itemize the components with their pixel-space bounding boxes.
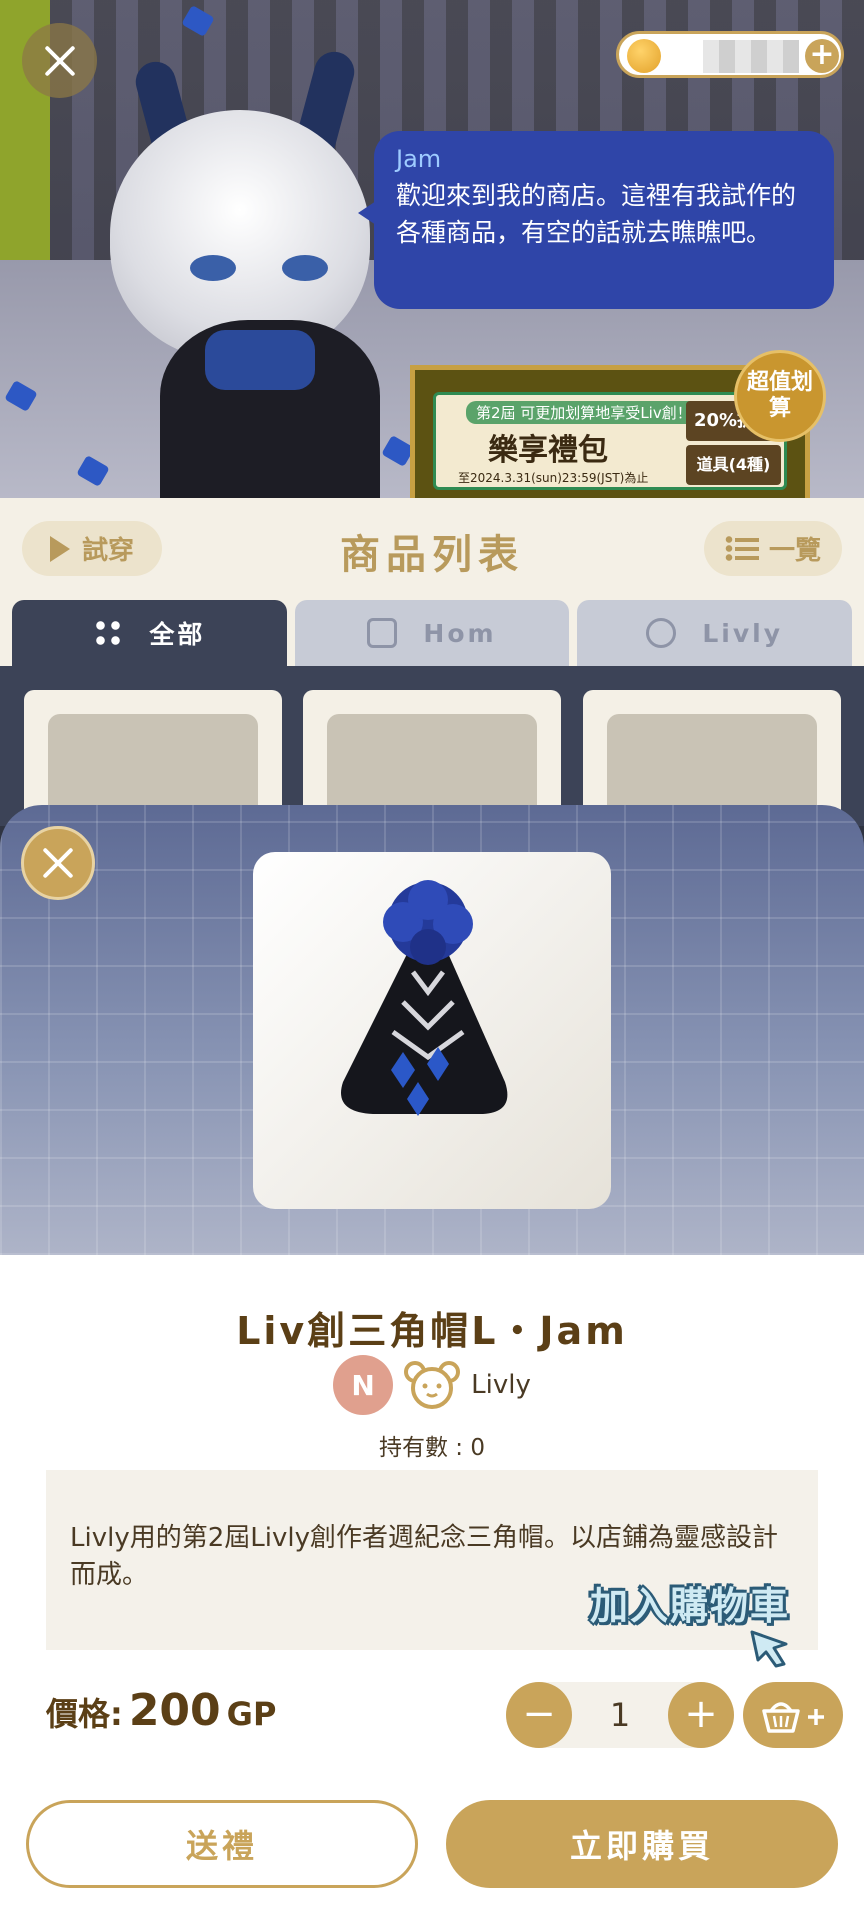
item-category: Livly [471,1370,531,1400]
close-icon [42,43,78,79]
tab-all[interactable]: 全部 [12,600,287,666]
basket-plus-icon [762,1702,824,1733]
shirt-icon [367,618,398,648]
currency-display: + [616,31,844,78]
grid-dots-icon [93,618,124,648]
livly-face-icon [403,1360,461,1410]
currency-amount-redacted [703,40,799,73]
price-value: 200 [128,1685,221,1736]
party-hat-icon [341,880,508,1116]
promo-item: 道具(4種) [686,445,781,485]
list-view-label: 一覽 [768,536,821,566]
try-on-label: 試穿 [81,536,134,566]
arrow-down-icon [750,1630,788,1668]
rarity-badge: N [333,1355,394,1415]
livly-face-icon [646,618,677,648]
increase-quantity-button[interactable]: + [668,1682,734,1748]
decrease-quantity-button[interactable]: − [506,1682,572,1748]
promo-banner-card: 第2屆 可更加划算地享受Liv創！ 樂享禮包 至2024.3.31(sun)23… [433,392,787,490]
close-icon [40,845,76,881]
speaker-name: Jam [396,145,442,173]
speech-bubble: Jam 歡迎來到我的商店。這裡有我試作的各種商品，有空的話就去瞧瞧吧。 [358,131,834,309]
character-eye [282,255,328,281]
tab-livly[interactable]: Livly [577,600,853,666]
tab-hom-label: Hom [423,618,497,648]
category-tabs: 全部 Hom Livly [12,600,853,666]
item-name: Liv創三角帽L・Jam [236,1309,628,1353]
list-view-button[interactable]: 一覽 [704,521,842,576]
price-label: 價格: [46,1695,123,1733]
gift-button[interactable]: 送禮 [26,1800,418,1888]
item-meta: N Livly [0,1355,864,1415]
price: 價格: 200 GP [46,1685,276,1736]
speech-text: 歡迎來到我的商店。這裡有我試作的各種商品，有空的話就去瞧瞧吧。 [396,181,797,247]
owned-count: 持有數 : 0 [378,1435,485,1461]
list-icon [724,535,759,562]
close-detail-button[interactable] [21,826,95,900]
character-bow [205,330,315,390]
quantity-value: 1 [609,1696,631,1734]
add-to-cart-hint: 加入購物車 [590,1584,791,1628]
deal-badge: 超值划算 [734,350,826,442]
buy-now-button[interactable]: 立即購買 [446,1800,838,1888]
try-on-button[interactable]: 試穿 [22,521,162,576]
play-icon [49,535,70,562]
add-currency-button[interactable]: + [805,39,839,73]
price-unit: GP [226,1695,277,1733]
quantity-stepper: − 1 + [506,1682,734,1748]
product-grid [0,666,864,840]
tab-hom[interactable]: Hom [294,600,570,666]
character-eye [190,255,236,281]
promo-title: 樂享禮包 [488,433,608,468]
add-to-cart-button[interactable] [743,1682,843,1748]
close-shop-button[interactable] [22,23,97,98]
promo-date: 至2024.3.31(sun)23:59(JST)為止 [458,471,649,485]
item-image [253,852,611,1209]
promo-tag: 第2屆 可更加划算地享受Liv創！ [466,401,702,424]
tab-all-label: 全部 [149,620,206,649]
tab-livly-label: Livly [702,618,784,648]
coin-icon [627,39,661,73]
